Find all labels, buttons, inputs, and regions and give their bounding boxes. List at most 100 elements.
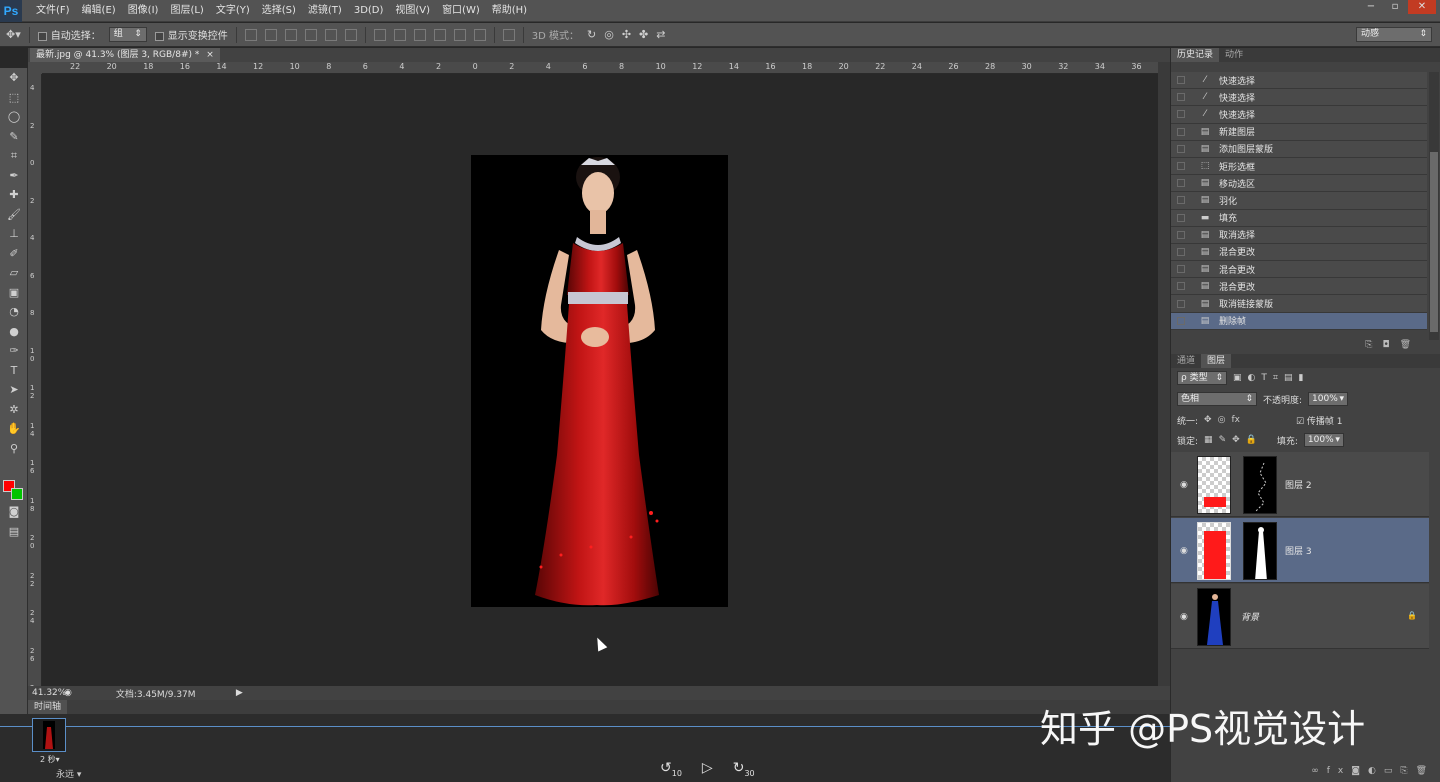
distribute-bottom-icon[interactable] [413,28,426,41]
propagate-frame-checkbox[interactable]: ☑ 传播帧 1 [1296,414,1343,427]
background-color-swatch[interactable] [11,488,23,500]
align-hcenter-icon[interactable] [324,28,337,41]
close-icon[interactable]: × [206,50,214,60]
eye-icon[interactable]: ◉ [1180,612,1188,622]
history-snapshot-checkbox[interactable] [1177,76,1185,85]
layer-row-layer2[interactable]: ◉ 图层 2 [1171,452,1429,517]
history-snapshot-checkbox[interactable] [1177,93,1185,102]
rewind-button[interactable]: ↺10 [660,760,682,778]
filter-toggle-icon[interactable]: ▮ [1298,373,1303,383]
shape-tool-icon[interactable]: ✲ [0,400,28,420]
auto-select-dropdown[interactable]: 组 ⇕ [108,27,147,42]
history-item[interactable]: ⁄ 快速选择 [1171,106,1427,124]
3d-scale-icon[interactable]: ⇄ [656,28,665,41]
workspace-dropdown[interactable]: 动感 ⇕ [1356,27,1432,42]
menu-item[interactable]: 编辑(E) [76,0,122,22]
move-tool-preset-icon[interactable]: ✥▾ [6,28,21,41]
unify-style-icon[interactable]: fx [1231,415,1240,425]
history-item[interactable]: ⁄ 快速选择 [1171,72,1427,90]
trash-icon[interactable]: 🗑 [1400,340,1421,350]
trash-icon[interactable]: 🗑 [1416,766,1435,776]
link-icon[interactable]: ∞ [1311,766,1327,776]
gradient-tool-icon[interactable]: ▣ [0,283,28,303]
menu-item[interactable]: 图层(L) [164,0,209,22]
layer-name[interactable]: 背景 [1241,610,1259,623]
eye-icon[interactable]: ◉ [1180,480,1188,490]
menu-item[interactable]: 视图(V) [389,0,436,22]
adjustment-filter-icon[interactable]: ◐ [1248,373,1256,383]
document-tab[interactable]: 最新.jpg @ 41.3% (图层 3, RGB/8#) * × [30,48,220,62]
layer-filter-dropdown[interactable]: ρ 类型 ⇕ [1177,371,1227,385]
blend-mode-dropdown[interactable]: 色相 ⇕ [1177,392,1257,406]
shape-filter-icon[interactable]: ⌗ [1273,373,1278,383]
tab-history[interactable]: 历史记录 [1171,48,1220,62]
screen-mode-icon[interactable]: ▤ [0,522,28,542]
new-document-icon[interactable]: ⎘ [1365,340,1382,350]
animation-frame[interactable] [32,718,66,752]
distribute-vcenter-icon[interactable] [393,28,406,41]
history-snapshot-checkbox[interactable] [1177,299,1185,308]
menu-item[interactable]: 文字(Y) [210,0,256,22]
layer-mask-thumbnail[interactable] [1243,522,1277,580]
menu-item[interactable]: 选择(S) [256,0,302,22]
align-left-icon[interactable] [304,28,317,41]
play-icon[interactable]: ▷ [702,760,713,778]
auto-select-checkbox[interactable]: 自动选择： [37,27,101,42]
history-item[interactable]: ▤ 新建图层 [1171,123,1427,141]
history-item[interactable]: ▤ 混合更改 [1171,243,1427,262]
zoom-level[interactable]: 41.32% [28,688,66,698]
fill-input[interactable]: 100% ▾ [1303,433,1344,447]
layer-name[interactable]: 图层 3 [1285,544,1312,557]
path-select-icon[interactable]: ➤ [0,380,28,400]
3d-slide-icon[interactable]: ✤ [639,28,648,41]
history-item[interactable]: ▤ 混合更改 [1171,278,1427,296]
history-item[interactable]: ▤ 取消链接蒙版 [1171,295,1427,313]
menu-item[interactable]: 滤镜(T) [302,0,348,22]
history-item[interactable]: ▤ 取消选择 [1171,226,1427,244]
history-snapshot-checkbox[interactable] [1177,179,1185,188]
history-snapshot-checkbox[interactable] [1177,282,1185,291]
history-brush-icon[interactable]: ✐ [0,244,28,264]
vertical-ruler[interactable]: 42024681 01 21 41 61 82 02 22 42 62 8 [28,74,42,686]
forward-button[interactable]: ↻30 [733,760,755,778]
minimize-button[interactable]: − [1360,0,1382,14]
align-bottom-icon[interactable] [284,28,297,41]
distribute-left-icon[interactable] [433,28,446,41]
fx-icon[interactable]: fx [1327,766,1352,776]
folder-icon[interactable]: ▭ [1384,766,1401,776]
menu-item[interactable]: 窗口(W) [436,0,486,22]
layer-mask-thumbnail[interactable] [1243,456,1277,514]
zoom-tool-icon[interactable]: ⚲ [0,439,28,459]
eraser-tool-icon[interactable]: ▱ [0,263,28,283]
menu-item[interactable]: 帮助(H) [486,0,533,22]
pen-tool-icon[interactable]: ✑ [0,341,28,361]
align-vcenter-icon[interactable] [264,28,277,41]
layer-row-background[interactable]: ◉ 背景 🔒 [1171,584,1429,649]
history-snapshot-checkbox[interactable] [1177,316,1185,325]
history-snapshot-checkbox[interactable] [1177,162,1185,171]
lock-pixels-icon[interactable]: ✎ [1219,435,1227,445]
type-filter-icon[interactable]: T [1261,373,1267,383]
mask-icon[interactable]: ◙ [1351,766,1368,776]
history-snapshot-checkbox[interactable] [1177,213,1185,222]
history-snapshot-checkbox[interactable] [1177,110,1185,119]
status-menu-icon[interactable]: ▶ [236,688,243,698]
tab-actions[interactable]: 动作 [1219,48,1249,62]
dodge-tool-icon[interactable]: ● [0,322,28,342]
brush-tool-icon[interactable]: 🖌 [0,205,28,225]
history-item[interactable]: ▤ 羽化 [1171,192,1427,210]
layer-name[interactable]: 图层 2 [1285,478,1312,491]
unify-visibility-icon[interactable]: ◎ [1218,415,1226,425]
history-item[interactable]: ⬚ 矩形选框 [1171,157,1427,176]
ruler-origin[interactable] [28,62,42,74]
hand-tool-icon[interactable]: ✋ [0,419,28,439]
history-item[interactable]: ▤ 移动选区 [1171,175,1427,193]
restore-button[interactable]: ▫ [1384,0,1406,14]
history-item[interactable]: ▬ 填充 [1171,209,1427,227]
status-info-icon[interactable]: ◉ [64,688,72,698]
lock-position-icon[interactable]: ✥ [1232,435,1240,445]
history-snapshot-checkbox[interactable] [1177,247,1185,256]
lock-all-icon[interactable]: 🔒 [1246,435,1257,445]
eyedropper-tool-icon[interactable]: ✒ [0,166,28,186]
layer-row-layer3[interactable]: ◉ 图层 3 [1171,518,1429,583]
